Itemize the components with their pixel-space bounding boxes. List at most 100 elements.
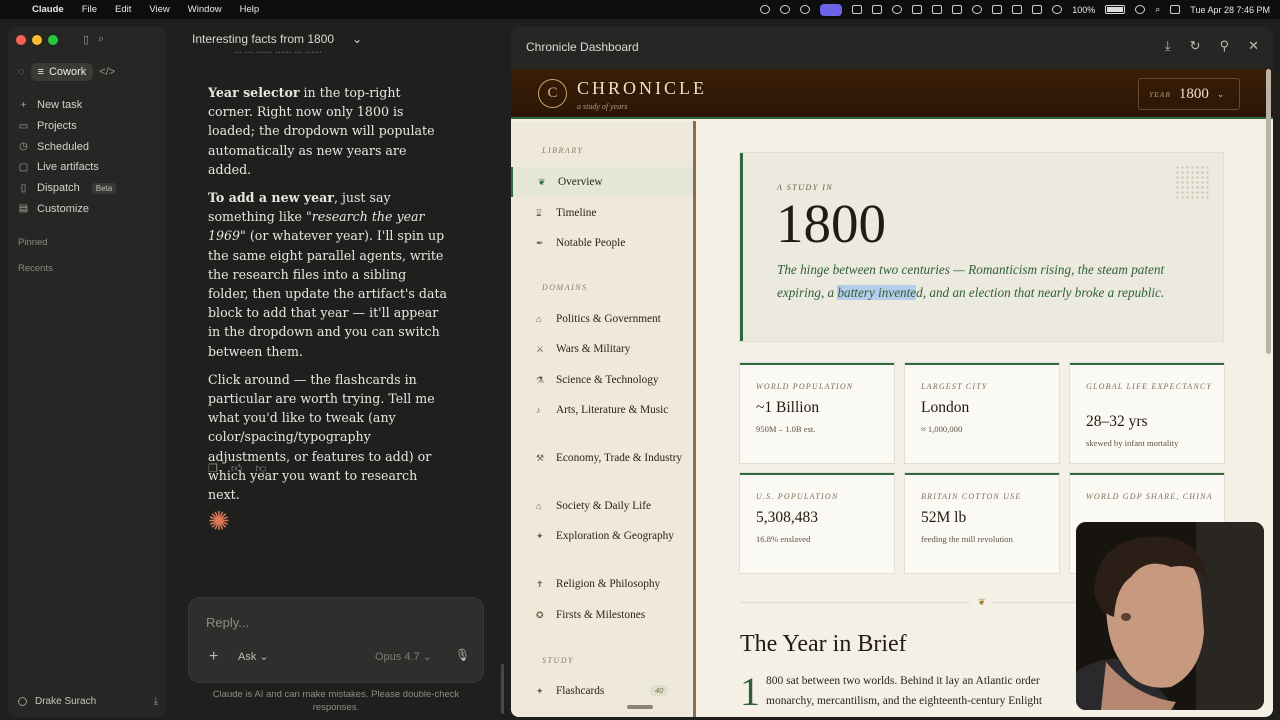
menu-app-name[interactable]: Claude <box>32 4 64 15</box>
conversation-title-text: Interesting facts from 1800 <box>192 32 335 46</box>
chronicle-topbar: C CHRONICLE a study of years YEAR 1800 ⌄ <box>511 69 1273 119</box>
brief-line: 800 sat between two worlds. Behind it la… <box>766 675 1040 687</box>
stat-value: 5,308,483 <box>756 509 818 526</box>
chevron-down-icon: ⌄ <box>422 651 432 663</box>
search-icon[interactable]: ⌕ <box>1155 4 1160 15</box>
download-icon[interactable]: ⤓ <box>1165 38 1171 54</box>
menu-view[interactable]: View <box>149 4 169 15</box>
clock[interactable]: Tue Apr 28 7:46 PM <box>1190 5 1270 15</box>
status-icon[interactable] <box>760 5 771 14</box>
sidebar-toggle-icon[interactable]: ▯ <box>83 33 89 46</box>
volume-icon[interactable] <box>1012 5 1023 14</box>
nav-item-science[interactable]: ⚗ Science & Technology <box>511 371 693 389</box>
pin-icon[interactable]: ⚲ <box>1220 38 1230 54</box>
stats-icon[interactable] <box>852 5 863 14</box>
nav-item-politics[interactable]: ⌂ Politics & Government <box>511 310 693 328</box>
customize-icon: ▤ <box>18 203 29 215</box>
nav-item-label: Flashcards <box>556 685 605 697</box>
status-icon[interactable] <box>952 5 963 14</box>
code-mode-icon[interactable]: </> <box>99 66 115 78</box>
status-icon[interactable] <box>800 5 811 14</box>
microphone-icon[interactable]: 🎙︎ <box>455 648 470 662</box>
chat-scrollbar[interactable] <box>501 664 504 714</box>
status-icon[interactable] <box>932 5 943 14</box>
chat-mode-icon[interactable]: ◌ <box>18 66 25 78</box>
nav-scroll-handle[interactable] <box>627 705 653 709</box>
menu-file[interactable]: File <box>82 4 97 15</box>
wifi-icon[interactable] <box>1135 5 1146 14</box>
year-selector[interactable]: YEAR 1800 ⌄ <box>1138 78 1240 110</box>
nav-item-overview[interactable]: ❦ Overview <box>511 167 693 197</box>
recents-heading: Recents <box>18 263 53 274</box>
download-icon[interactable]: ⤓ <box>154 696 158 707</box>
status-icon[interactable] <box>892 5 903 14</box>
close-window-button[interactable] <box>16 35 26 45</box>
domains-heading: DOMAINS <box>542 283 588 292</box>
nav-item-timeline[interactable]: ⌛︎ Timeline <box>511 204 693 222</box>
close-icon[interactable]: ✕ <box>1248 38 1259 54</box>
model-label: Opus 4.7 <box>375 651 420 663</box>
refresh-icon[interactable]: ↻ <box>1190 38 1201 54</box>
sidebar-item-new-task[interactable]: + New task <box>18 95 158 116</box>
nav-item-economy[interactable]: ⚒ Economy, Trade & Industry <box>511 449 693 467</box>
attach-plus-icon[interactable]: + <box>209 648 218 666</box>
screen-record-icon[interactable] <box>820 3 843 16</box>
mode-selector[interactable]: Ask ⌄ <box>238 650 269 663</box>
sidebar-item-scheduled[interactable]: ◷ Scheduled <box>18 136 158 157</box>
status-icon[interactable] <box>872 5 883 14</box>
nav-item-exploration[interactable]: ✦ Exploration & Geography <box>511 527 693 545</box>
nav-item-label: Wars & Military <box>556 343 631 355</box>
hero-kicker: A STUDY IN <box>777 183 834 192</box>
sparkle-icon: ✦ <box>536 686 544 696</box>
thumbs-up-icon[interactable]: 👍︎ <box>231 462 243 475</box>
menu-edit[interactable]: Edit <box>115 4 131 15</box>
library-heading: LIBRARY <box>542 146 584 155</box>
control-center-icon[interactable] <box>1170 5 1181 14</box>
nav-item-society[interactable]: ⌂ Society & Daily Life <box>511 497 693 515</box>
user-menu[interactable]: Drake Surach ⤓ <box>18 696 158 707</box>
message-paragraph: Click around — the flashcards in particu… <box>208 371 435 503</box>
sidebar-item-label: Projects <box>37 120 77 133</box>
menu-window[interactable]: Window <box>188 4 222 15</box>
content-scrollbar[interactable] <box>1266 69 1271 354</box>
thumbs-down-icon[interactable]: 👎︎ <box>255 462 266 475</box>
nav-item-wars[interactable]: ⚔ Wars & Military <box>511 340 693 358</box>
sidebar-item-dispatch[interactable]: ▯ Dispatch Beta <box>18 178 158 199</box>
message-paragraph: Year selector in the top-right corner. R… <box>208 83 448 179</box>
mode-label: Ask <box>238 651 257 663</box>
status-icon[interactable] <box>912 5 923 14</box>
stat-card: GLOBAL LIFE EXPECTANCY 28–32 yrs skewed … <box>1070 363 1224 463</box>
zoom-window-button[interactable] <box>48 35 58 45</box>
model-selector[interactable]: Opus 4.7 ⌄ <box>375 650 432 663</box>
cowork-mode-button[interactable]: ≡ Cowork <box>30 63 94 81</box>
status-icon[interactable] <box>972 5 983 14</box>
battery-percent: 100% <box>1072 4 1096 15</box>
minimize-window-button[interactable] <box>32 35 42 45</box>
battery-icon[interactable] <box>1105 5 1126 14</box>
ornament-icon: ❦ <box>978 597 986 607</box>
nav-item-firsts[interactable]: ✪ Firsts & Milestones <box>511 606 693 624</box>
search-icon[interactable]: ⌕ <box>98 33 104 46</box>
reply-input[interactable]: Reply... <box>206 615 249 630</box>
nav-item-religion[interactable]: ✝ Religion & Philosophy <box>511 575 693 593</box>
nav-item-label: Society & Daily Life <box>556 500 652 512</box>
play-icon[interactable] <box>1052 5 1063 14</box>
menu-help[interactable]: Help <box>240 4 260 15</box>
conversation-title[interactable]: Interesting facts from 1800 ⌄ <box>192 32 362 46</box>
hero-summary: The hinge between two centuries — Romant… <box>777 258 1197 304</box>
status-icon[interactable] <box>780 5 791 14</box>
stat-label: U.S. POPULATION <box>756 492 839 501</box>
sidebar-item-label: New task <box>37 99 83 112</box>
cowork-icon: ≡ <box>37 66 44 78</box>
sidebar-item-projects[interactable]: ▭ Projects <box>18 116 158 137</box>
decorative-dot-grid <box>1175 165 1211 201</box>
keyboard-icon[interactable] <box>1032 5 1043 14</box>
status-icon[interactable] <box>992 5 1003 14</box>
copy-icon[interactable]: ❐ <box>208 462 218 475</box>
folder-icon: ▭ <box>18 120 29 132</box>
sidebar-item-customize[interactable]: ▤ Customize <box>18 198 158 219</box>
nav-item-arts[interactable]: ♪ Arts, Literature & Music <box>511 401 693 419</box>
nav-item-notable-people[interactable]: ✒ Notable People <box>511 234 693 252</box>
sidebar-item-live-artifacts[interactable]: ▢ Live artifacts <box>18 157 158 178</box>
artifact-icon: ▢ <box>18 161 29 173</box>
